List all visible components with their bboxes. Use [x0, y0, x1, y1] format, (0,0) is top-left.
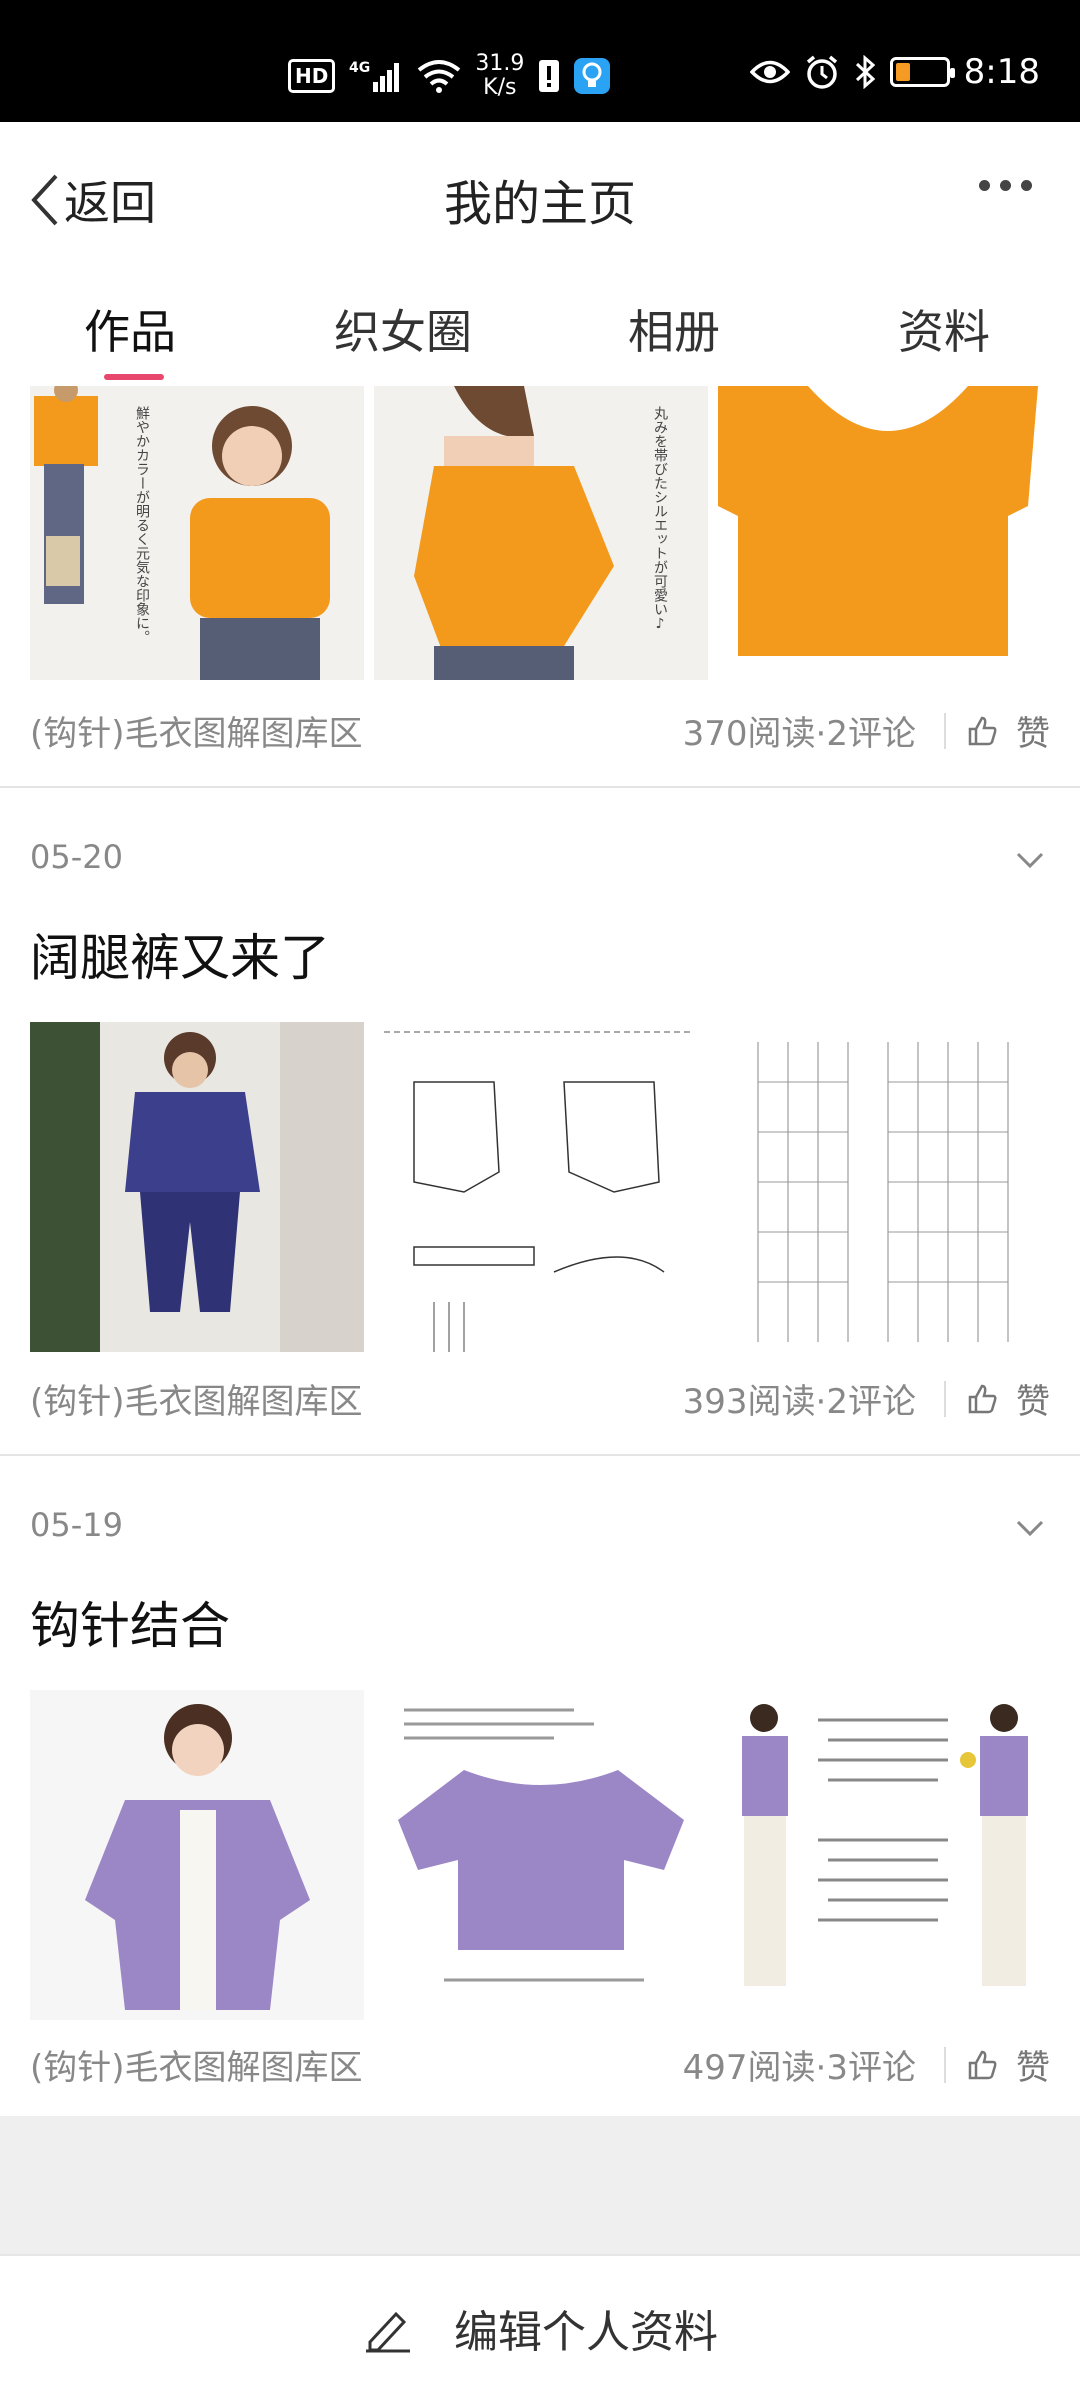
tab-bar: 作品 织女圈 相册 资料 — [0, 272, 1080, 382]
thumbs-up-icon — [968, 716, 997, 745]
bottom-bar: 编辑个人资料 — [0, 2254, 1080, 2402]
tab-knitting-circle[interactable]: 织女圈 — [334, 296, 472, 362]
orange-sweater-detail[interactable] — [718, 386, 1052, 680]
battery-fill — [895, 63, 910, 81]
post-image-row: 鮮やかカラーが明るく元気な印象に。 丸みを帯びたシルエットが可愛い♪ — [30, 386, 1052, 680]
clock: 8:18 — [963, 52, 1040, 92]
thumbs-up-icon — [968, 1384, 997, 1413]
page-title: 我的主页 — [443, 176, 636, 232]
bluetooth-icon — [854, 54, 876, 90]
post-source[interactable]: (钩针)毛衣图解图库区 — [30, 706, 683, 755]
sim-alert-icon — [538, 58, 560, 94]
edit-profile-label: 编辑个人资料 — [454, 2307, 718, 2358]
network-type-text: 4G — [349, 60, 370, 76]
post-meta: (钩针)毛衣图解图库区 497阅读·3评论 赞 — [30, 2040, 1050, 2089]
purple-cardigan-flat[interactable] — [374, 1690, 708, 2020]
like-label: 赞 — [1016, 714, 1050, 754]
net-speed-value: 31.9 — [475, 51, 525, 76]
chevron-down-icon[interactable] — [1016, 1514, 1044, 1542]
purple-pants-model-photo[interactable] — [30, 1022, 364, 1352]
post-image-row — [30, 1690, 1052, 2020]
post-meta: (钩针)毛衣图解图库区 393阅读·2评论 赞 — [30, 1374, 1050, 1423]
post-card[interactable]: 鮮やかカラーが明るく元気な印象に。 丸みを帯びたシルエットが可愛い♪ (钩针)毛… — [0, 382, 1080, 788]
chevron-down-icon[interactable] — [1016, 846, 1044, 874]
eye-icon — [749, 54, 790, 90]
net-speed-unit: K/s — [483, 75, 517, 100]
edit-profile-button[interactable]: 编辑个人资料 — [0, 2296, 1080, 2360]
like-button[interactable]: 赞 — [966, 2040, 1050, 2089]
purple-cardigan-model-photo[interactable] — [30, 1690, 364, 2020]
purple-cardigan-outfit-page[interactable] — [718, 1690, 1052, 2020]
like-label: 赞 — [1016, 2048, 1050, 2088]
works-feed: 鮮やかカラーが明るく元気な印象に。 丸みを帯びたシルエットが可愛い♪ (钩针)毛… — [0, 382, 1080, 2122]
post-date: 05-19 — [30, 1506, 123, 1544]
post-card[interactable]: 05-20 阔腿裤又来了 (钩针)毛衣图解图库区 393阅读·2评论 赞 — [0, 788, 1080, 1456]
status-bar: HD 4G 31.9 K/s 8:18 — [0, 0, 1080, 122]
signal-4g-icon: 4G — [349, 58, 403, 94]
alarm-icon — [804, 54, 840, 90]
hd-icon: HD — [288, 59, 336, 93]
post-meta: (钩针)毛衣图解图库区 370阅读·2评论 赞 — [30, 706, 1050, 755]
battery-icon — [889, 57, 955, 87]
divider — [944, 712, 946, 749]
post-image-row — [30, 1022, 1052, 1352]
thumbs-up-icon — [968, 2050, 997, 2079]
orange-sweater-model-photo[interactable]: 鮮やかカラーが明るく元気な印象に。 — [30, 386, 364, 680]
post-date: 05-20 — [30, 838, 123, 876]
post-card[interactable]: 05-19 钩针结合 (钩针)毛衣图解图库区 497阅读·3评论 赞 — [0, 1456, 1080, 2122]
post-title[interactable]: 钩针结合 — [30, 1586, 230, 1658]
tab-profile-info[interactable]: 资料 — [898, 296, 990, 362]
post-title[interactable]: 阔腿裤又来了 — [30, 918, 330, 990]
post-source[interactable]: (钩针)毛衣图解图库区 — [30, 2040, 683, 2089]
post-stats: 497阅读·3评论 — [682, 2048, 916, 2088]
svg-text:鮮やかカラーが明るく元気な印象に。: 鮮やかカラーが明るく元気な印象に。 — [134, 406, 150, 644]
wifi-icon — [417, 58, 461, 94]
feed-end-spacer — [0, 2116, 1080, 2254]
divider — [944, 2046, 946, 2083]
tab-albums[interactable]: 相册 — [628, 296, 720, 362]
title-bar: 返回 我的主页 — [0, 122, 1080, 272]
post-stats: 393阅读·2评论 — [682, 1382, 916, 1422]
pants-stitch-chart[interactable] — [718, 1022, 1052, 1352]
pants-pattern-diagram[interactable] — [374, 1022, 708, 1352]
like-button[interactable]: 赞 — [966, 706, 1050, 755]
tab-works[interactable]: 作品 — [84, 296, 176, 362]
more-options-icon[interactable] — [979, 180, 1032, 191]
active-tab-indicator — [104, 374, 164, 380]
like-label: 赞 — [1016, 1382, 1050, 1422]
lightbulb-icon — [574, 58, 611, 94]
net-speed-icon: 31.9 K/s — [475, 52, 524, 100]
orange-sweater-side-view[interactable]: 丸みを帯びたシルエットが可愛い♪ — [374, 386, 708, 680]
svg-text:丸みを帯びたシルエットが可愛い♪: 丸みを帯びたシルエットが可愛い♪ — [652, 406, 668, 632]
like-button[interactable]: 赞 — [966, 1374, 1050, 1423]
divider — [944, 1380, 946, 1417]
post-source[interactable]: (钩针)毛衣图解图库区 — [30, 1374, 683, 1423]
pencil-icon — [366, 2311, 410, 2353]
post-stats: 370阅读·2评论 — [682, 714, 916, 754]
